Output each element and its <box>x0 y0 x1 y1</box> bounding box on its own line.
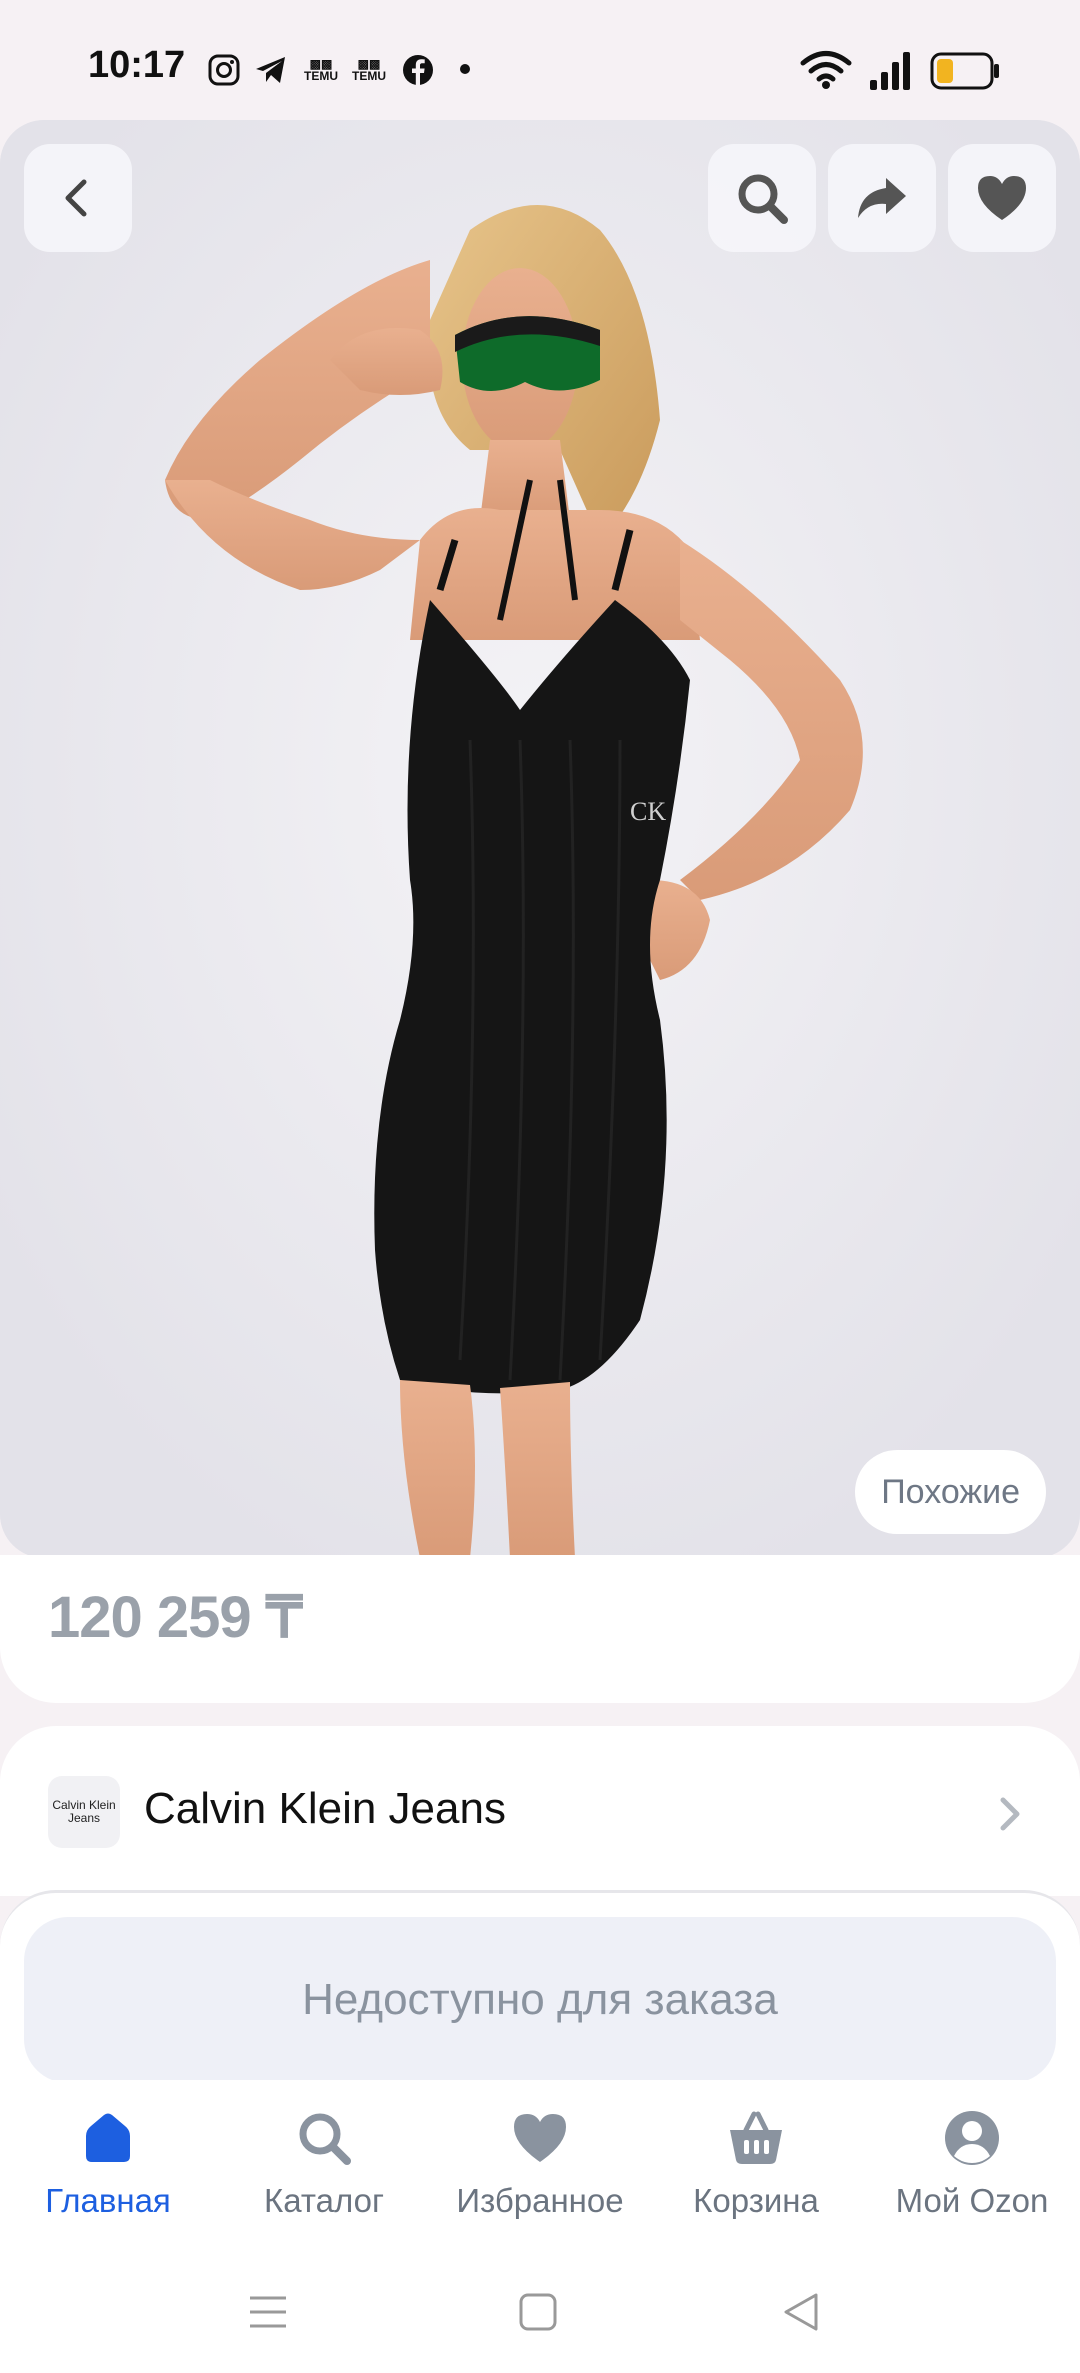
search-button[interactable] <box>708 144 816 252</box>
nav-catalog[interactable]: Каталог <box>216 2108 432 2248</box>
product-price: 120 259 ₸ <box>48 1585 303 1650</box>
favorite-button[interactable] <box>948 144 1056 252</box>
order-panel: Недоступно для заказа <box>0 1890 1080 2083</box>
home-icon <box>86 2113 130 2162</box>
wifi-icon <box>800 51 852 89</box>
product-image[interactable]: CK Похожие <box>0 120 1080 1558</box>
search-icon <box>738 174 788 224</box>
temu-icon: ▩▩ TEMU <box>304 57 338 83</box>
profile-icon <box>945 2111 999 2165</box>
product-photo: CK <box>0 120 1080 1558</box>
basket-icon <box>730 2111 782 2164</box>
temu-icon: ▩▩ TEMU <box>352 57 386 83</box>
chevron-right-icon <box>1000 1797 1020 1831</box>
svg-text:CK: CK <box>630 797 666 826</box>
signal-icon <box>870 52 910 90</box>
brand-logo: Calvin Klein Jeans <box>48 1776 120 1848</box>
status-time: 10:17 <box>88 44 186 86</box>
share-button[interactable] <box>828 144 936 252</box>
brand-name: Calvin Klein Jeans <box>144 1784 506 1833</box>
back-triangle-icon[interactable] <box>780 2290 824 2334</box>
search-icon <box>299 2113 351 2165</box>
share-icon <box>858 178 906 218</box>
system-nav-bar <box>0 2260 1080 2373</box>
brand-row[interactable]: Calvin Klein Jeans Calvin Klein Jeans <box>0 1726 1080 1896</box>
facebook-icon <box>403 55 433 85</box>
nav-home[interactable]: Главная <box>0 2108 216 2248</box>
dot-icon <box>460 64 470 74</box>
nav-favorites[interactable]: Избранное <box>432 2108 648 2248</box>
status-bar: 10:17 ▩▩ TEMU ▩▩ TEMU <box>0 0 1080 120</box>
heart-icon <box>978 176 1026 220</box>
nav-cart[interactable]: Корзина <box>648 2108 864 2248</box>
chevron-left-icon <box>65 179 87 217</box>
price-card: 120 259 ₸ <box>0 1555 1080 1703</box>
instagram-icon <box>208 54 240 86</box>
unavailable-button[interactable]: Недоступно для заказа <box>24 1917 1056 2083</box>
telegram-icon <box>256 57 285 83</box>
back-button[interactable] <box>24 144 132 252</box>
home-square-icon[interactable] <box>516 2290 560 2334</box>
menu-icon[interactable] <box>246 2290 290 2334</box>
heart-icon <box>514 2114 566 2162</box>
similar-button[interactable]: Похожие <box>855 1450 1046 1534</box>
bottom-nav: Главная Каталог Избранное Корзина Мой Oz… <box>0 2080 1080 2260</box>
battery-icon <box>930 52 999 90</box>
nav-profile[interactable]: Мой Ozon <box>864 2108 1080 2248</box>
